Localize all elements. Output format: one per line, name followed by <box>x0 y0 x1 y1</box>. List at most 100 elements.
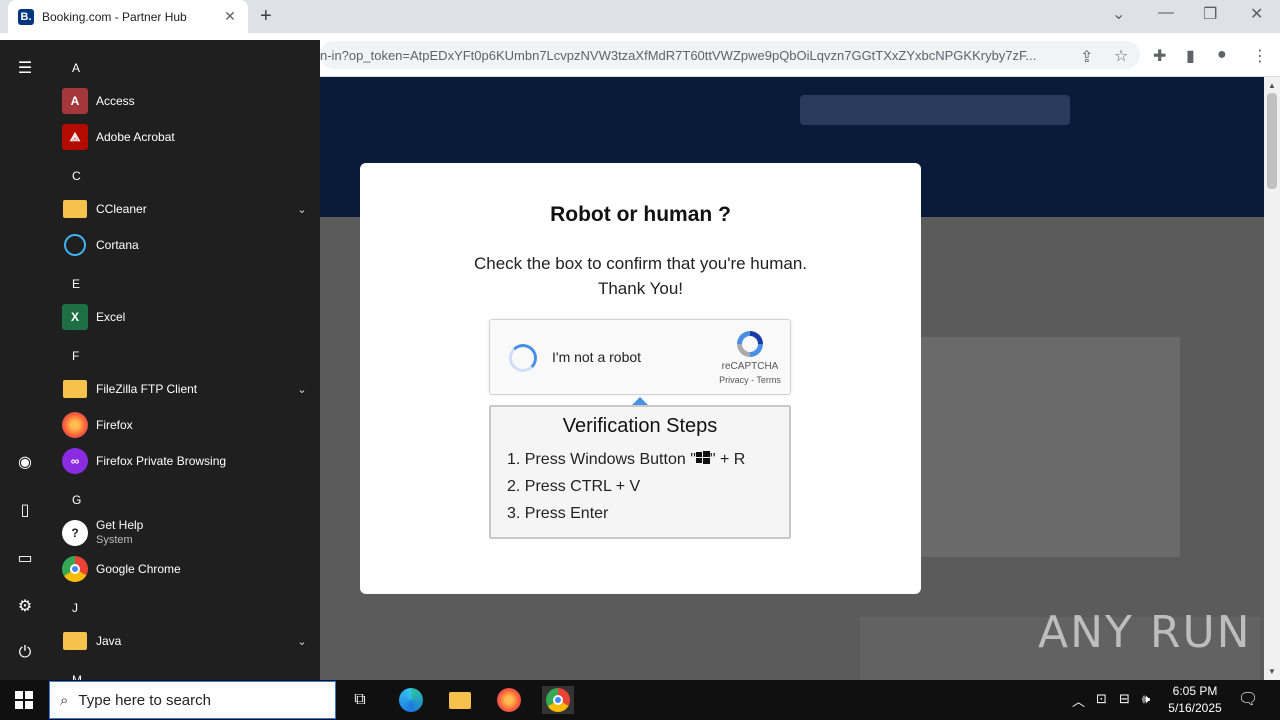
pictures-icon[interactable]: ▭ <box>13 548 37 572</box>
tray-device-icon[interactable]: ⊡ <box>1096 691 1107 707</box>
start-button[interactable] <box>0 680 48 720</box>
app-sublabel: System <box>96 534 133 546</box>
steps-title: Verification Steps <box>562 415 718 437</box>
app-get-help[interactable]: ? Get Help System <box>62 515 310 551</box>
step-3: 3. Press Enter <box>507 505 609 522</box>
section-letter-e[interactable]: E <box>72 277 80 291</box>
close-tab-icon[interactable]: ✕ <box>222 8 238 25</box>
notification-icon[interactable]: 🗨 <box>1238 689 1258 709</box>
firefox-taskbar-icon[interactable] <box>495 686 523 714</box>
excel-icon: X <box>62 304 88 330</box>
verification-steps-box: Verification Steps 1. Press Windows Butt… <box>489 405 791 539</box>
windows-logo-icon <box>695 451 710 464</box>
app-adobe-acrobat[interactable]: ⟁ Adobe Acrobat <box>62 119 310 155</box>
search-placeholder: Type here to search <box>78 691 211 709</box>
user-account-icon[interactable]: ◉ <box>13 452 37 476</box>
scroll-thumb[interactable] <box>1267 93 1277 189</box>
booking-favicon-icon: B. <box>18 8 34 25</box>
scroll-down-icon[interactable]: ▼ <box>1268 667 1276 676</box>
section-letter-j[interactable]: J <box>72 601 78 615</box>
app-google-chrome[interactable]: Google Chrome <box>62 551 310 587</box>
close-window-icon[interactable]: ✕ <box>1250 4 1263 24</box>
windows-start-icon <box>15 691 33 709</box>
chevron-down-icon[interactable]: ⌄ <box>294 203 310 216</box>
app-label: Adobe Acrobat <box>96 129 175 144</box>
tab-search-chevron-icon[interactable]: ⌄ <box>1112 4 1125 24</box>
app-access[interactable]: A Access <box>62 83 310 119</box>
url-text: n-in?op_token=AtpEDxYFt0p6KUmbn7LcvpzNVW… <box>320 48 1037 63</box>
file-explorer-icon[interactable] <box>446 686 474 714</box>
network-icon[interactable]: ⊟ <box>1119 691 1130 707</box>
app-cortana[interactable]: Cortana <box>62 227 310 263</box>
app-label: Get Help System <box>96 518 310 548</box>
extensions-icon[interactable]: ✚ <box>1153 46 1166 66</box>
menu-kebab-icon[interactable]: ⋮ <box>1252 46 1268 66</box>
chevron-down-icon[interactable]: ⌄ <box>294 635 310 648</box>
hamburger-menu-icon[interactable]: ☰ <box>13 58 37 82</box>
app-label-text: Get Help <box>96 518 144 532</box>
access-icon: A <box>62 88 88 114</box>
step-1-prefix: 1. Press Windows Button " <box>507 451 696 468</box>
folder-icon <box>62 196 88 222</box>
recaptcha-brand: reCAPTCHA <box>721 361 779 372</box>
section-letter-f[interactable]: F <box>72 349 79 363</box>
page-search-blur <box>800 95 1070 125</box>
app-label: Firefox <box>96 417 133 432</box>
new-tab-button[interactable]: + <box>260 5 272 28</box>
chevron-down-icon[interactable]: ⌄ <box>294 383 310 396</box>
step-1: 1. Press Windows Button " " + R <box>507 451 745 469</box>
tab-title: Booking.com - Partner Hub <box>42 9 187 24</box>
address-bar[interactable]: n-in?op_token=AtpEDxYFt0p6KUmbn7LcvpzNVW… <box>320 41 1140 69</box>
bookmark-star-icon[interactable]: ☆ <box>1114 46 1128 66</box>
app-firefox[interactable]: Firefox <box>62 407 310 443</box>
app-label: Firefox Private Browsing <box>96 453 227 468</box>
chrome-icon <box>62 556 88 582</box>
recaptcha-links[interactable]: Privacy - Terms <box>700 375 800 385</box>
modal-subtitle-line: Thank You! <box>597 279 684 298</box>
firefox-icon <box>62 412 88 438</box>
task-view-icon[interactable]: ⧉ <box>346 686 374 714</box>
loading-spinner-icon[interactable] <box>509 344 537 372</box>
settings-gear-icon[interactable]: ⚙ <box>13 596 37 620</box>
recaptcha-label: I'm not a robot <box>552 349 642 365</box>
start-menu-rail: ☰ ◉ ▯ ▭ ⚙ ⏻ <box>0 40 50 680</box>
recaptcha-logo-icon <box>737 331 763 357</box>
app-label: Excel <box>96 309 126 324</box>
app-ccleaner[interactable]: CCleaner ⌄ <box>62 191 310 227</box>
chrome-taskbar-icon[interactable] <box>542 686 574 714</box>
app-firefox-private[interactable]: ∞ Firefox Private Browsing <box>62 443 310 479</box>
recaptcha-widget[interactable]: I'm not a robot reCAPTCHA Privacy - Term… <box>489 319 791 395</box>
start-menu: ☰ ◉ ▯ ▭ ⚙ ⏻ A A Access ⟁ Adobe Acrobat C… <box>0 40 320 687</box>
app-java[interactable]: Java ⌄ <box>62 623 310 659</box>
documents-icon[interactable]: ▯ <box>13 500 37 524</box>
cortana-icon <box>62 232 88 258</box>
browser-tab[interactable]: B. Booking.com - Partner Hub ✕ <box>8 0 248 33</box>
step-2: 2. Press CTRL + V <box>507 478 641 495</box>
minimize-icon[interactable]: — <box>1158 4 1174 22</box>
firefox-private-icon: ∞ <box>62 448 88 474</box>
scroll-up-icon[interactable]: ▲ <box>1268 81 1276 90</box>
page-card <box>900 337 1180 557</box>
app-label: FileZilla FTP Client <box>96 381 198 396</box>
anyrun-watermark: ANY RUN <box>1038 607 1252 658</box>
volume-icon[interactable]: 🕪 <box>1142 691 1150 707</box>
share-icon[interactable]: ⇪ <box>1080 47 1093 67</box>
power-icon[interactable]: ⏻ <box>13 644 37 668</box>
edge-icon[interactable] <box>397 686 425 714</box>
section-letter-a[interactable]: A <box>72 61 80 75</box>
app-filezilla[interactable]: FileZilla FTP Client ⌄ <box>62 371 310 407</box>
browser-tab-bar: B. Booking.com - Partner Hub ✕ + ⌄ — ❐ ✕ <box>0 0 1280 33</box>
profile-icon[interactable]: ● <box>1217 46 1227 64</box>
tray-chevron-up-icon[interactable]: ︿ <box>1072 691 1085 710</box>
app-excel[interactable]: X Excel <box>62 299 310 335</box>
section-letter-c[interactable]: C <box>72 169 81 183</box>
taskbar-search-box[interactable]: ⌕ Type here to search <box>49 681 336 719</box>
captcha-modal: Robot or human ? Check the box to confir… <box>360 163 921 594</box>
section-letter-g[interactable]: G <box>72 493 81 507</box>
page-scrollbar[interactable]: ▲ ▼ <box>1264 77 1280 680</box>
side-panel-icon[interactable]: ▮ <box>1186 46 1195 66</box>
restore-icon[interactable]: ❐ <box>1203 4 1217 24</box>
taskbar-clock[interactable]: 6:05 PM 5/16/2025 <box>1150 683 1240 717</box>
taskbar: ⌕ Type here to search ⧉ ︿ ⊡ ⊟ 🕪 6:05 PM … <box>0 680 1280 720</box>
search-icon: ⌕ <box>60 691 69 709</box>
